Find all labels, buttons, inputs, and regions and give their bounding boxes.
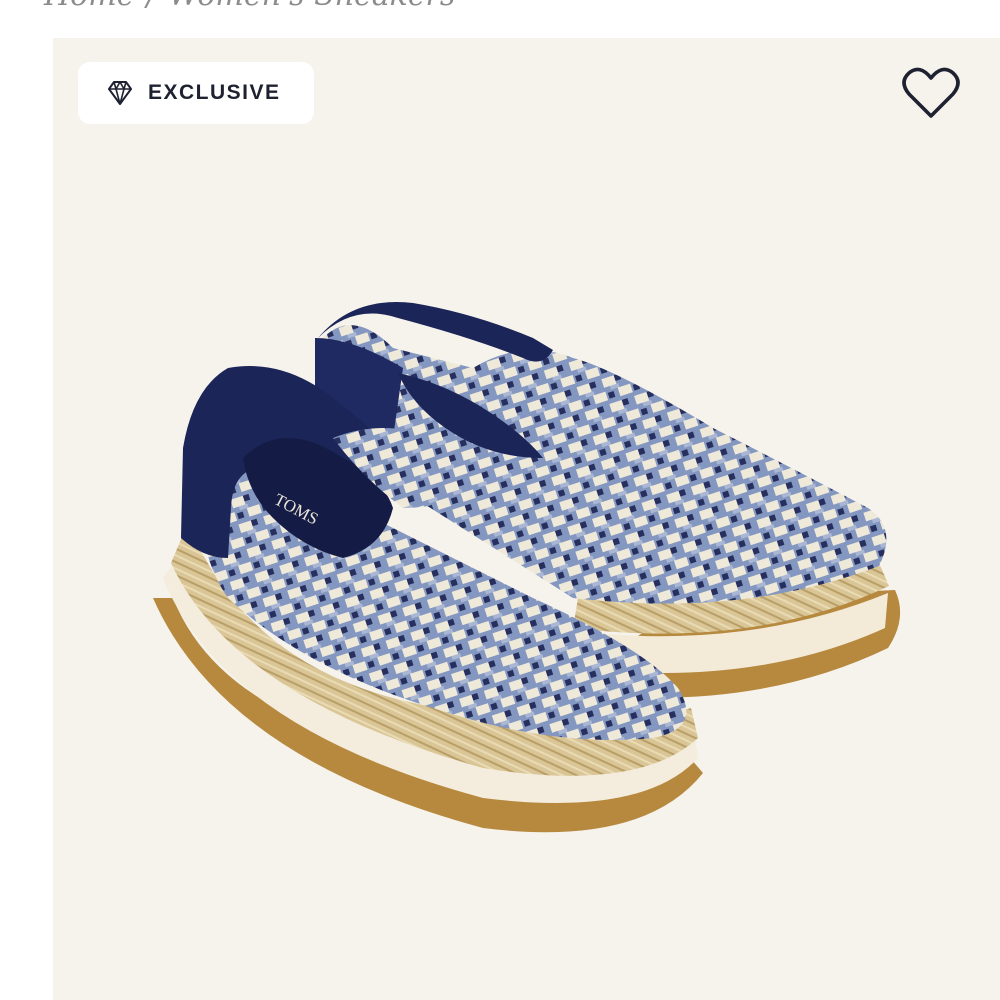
breadcrumb-current[interactable]: Women's Sneakers — [169, 0, 456, 13]
heart-outline-icon — [901, 67, 961, 126]
product-image[interactable]: TOMS EXCLUSIVE — [53, 38, 1000, 1000]
product-photo-shoes: TOMS — [153, 302, 901, 833]
wishlist-button[interactable] — [901, 64, 961, 122]
breadcrumb-separator: / — [146, 0, 156, 13]
diamond-icon — [106, 79, 134, 107]
breadcrumb: Home / Women's Sneakers — [44, 0, 455, 13]
exclusive-badge: EXCLUSIVE — [78, 62, 314, 124]
badge-label: EXCLUSIVE — [148, 81, 281, 104]
breadcrumb-home[interactable]: Home — [44, 0, 134, 13]
